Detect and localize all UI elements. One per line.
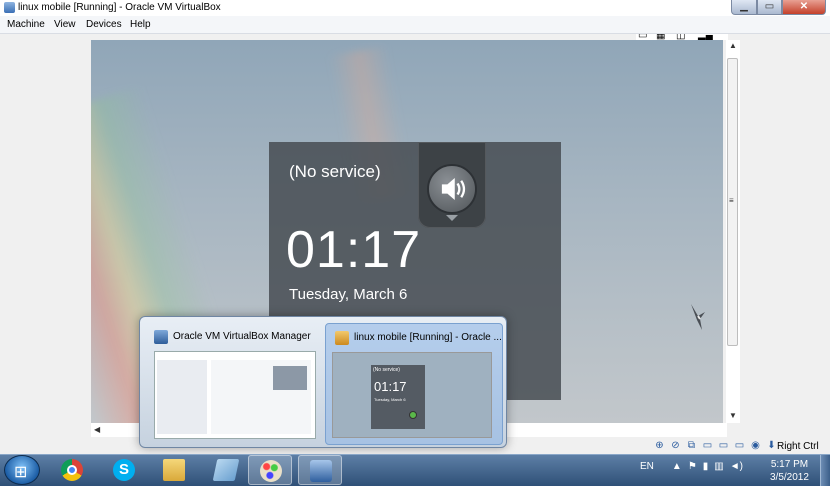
virtualbox-icon bbox=[4, 2, 15, 13]
volume-icon[interactable]: ◄) bbox=[730, 461, 743, 472]
lock-date: Tuesday, March 6 bbox=[289, 286, 408, 303]
taskbar-thumbnail-popup: Oracle VM VirtualBox Manager linux mobil… bbox=[139, 316, 507, 448]
skype-icon: S bbox=[113, 459, 135, 481]
taskbar-skype[interactable]: S bbox=[102, 455, 146, 485]
bird-image bbox=[691, 304, 705, 330]
taskbar-virtualbox[interactable] bbox=[298, 455, 342, 485]
display-icon[interactable]: ▭ bbox=[733, 439, 746, 452]
paint-icon bbox=[260, 460, 282, 482]
minimize-button[interactable]: ▁ bbox=[731, 0, 757, 15]
action-center-icon[interactable]: ⚑ bbox=[688, 461, 697, 472]
thumb-date: Tuesday, March 6 bbox=[374, 397, 406, 402]
speaker-icon bbox=[441, 177, 466, 201]
menu-devices[interactable]: Devices bbox=[86, 19, 122, 30]
thumbnail-manager bbox=[154, 351, 316, 439]
taskbar-chrome[interactable] bbox=[50, 455, 94, 485]
clock-time: 5:17 PM bbox=[770, 459, 809, 470]
taskbar-paint[interactable] bbox=[248, 455, 292, 485]
chrome-icon bbox=[61, 459, 83, 481]
thumb-clock: 01:17 bbox=[374, 379, 407, 394]
peek-window-manager[interactable]: Oracle VM VirtualBox Manager bbox=[145, 323, 323, 445]
window-title: linux mobile [Running] - Oracle VM Virtu… bbox=[18, 2, 221, 13]
menu-help[interactable]: Help bbox=[130, 19, 151, 30]
system-tray: EN ▲ ⚑ ▮ ▥ ◄) bbox=[640, 461, 743, 472]
scroll-up-icon[interactable]: ▲ bbox=[729, 41, 737, 50]
lock-status-text: (No service) bbox=[289, 162, 381, 181]
clock-date: 3/5/2012 bbox=[770, 472, 809, 483]
thumb-status-text: (No service) bbox=[373, 367, 400, 373]
notes-icon bbox=[212, 459, 240, 481]
start-button[interactable]: ⊞ bbox=[4, 455, 40, 485]
taskbar-notes[interactable] bbox=[204, 455, 248, 485]
virtualbox-running-icon bbox=[335, 331, 349, 345]
windows-logo-icon: ⊞ bbox=[14, 464, 28, 481]
shared-folder-icon[interactable]: ▭ bbox=[717, 439, 730, 452]
tray-expand-icon[interactable]: ▲ bbox=[672, 461, 682, 472]
scroll-grip-icon: ≡ bbox=[729, 196, 734, 205]
window-controls: ▁ ▭ ✕ bbox=[731, 0, 826, 15]
maximize-button[interactable]: ▭ bbox=[757, 0, 782, 15]
taskbar-clock[interactable]: 5:17 PM 3/5/2012 bbox=[770, 458, 809, 484]
peek-title-running: linux mobile [Running] - Oracle ... bbox=[354, 332, 502, 343]
show-desktop-button[interactable] bbox=[820, 455, 830, 486]
sound-toggle-button[interactable] bbox=[427, 164, 477, 214]
menu-view[interactable]: View bbox=[54, 19, 76, 30]
network-icon[interactable]: ⧉ bbox=[685, 439, 698, 452]
language-indicator[interactable]: EN bbox=[640, 461, 654, 472]
virtualbox-manager-icon bbox=[154, 330, 168, 344]
taskbar-explorer[interactable] bbox=[152, 455, 196, 485]
network-tray-icon[interactable]: ▥ bbox=[714, 461, 723, 472]
sound-tab-arrow-icon bbox=[446, 215, 458, 221]
hard-disk-icon[interactable]: ⊕ bbox=[653, 439, 666, 452]
usb-icon[interactable]: ▭ bbox=[701, 439, 714, 452]
peek-title-manager: Oracle VM VirtualBox Manager bbox=[173, 331, 311, 342]
folder-icon bbox=[163, 459, 185, 481]
scroll-left-icon[interactable]: ◀ bbox=[94, 425, 100, 434]
window-titlebar[interactable]: linux mobile [Running] - Oracle VM Virtu… bbox=[0, 0, 830, 16]
menu-bar: Machine View Devices Help bbox=[0, 16, 830, 34]
peek-window-running[interactable]: linux mobile [Running] - Oracle ... (No … bbox=[325, 323, 503, 445]
status-icons: ⊕ ⊘ ⧉ ▭ ▭ ▭ ◉ ⬇ bbox=[653, 439, 778, 452]
scroll-down-icon[interactable]: ▼ bbox=[729, 411, 737, 420]
virtualbox-taskbar-icon bbox=[310, 460, 332, 482]
thumbnail-running: (No service) 01:17 Tuesday, March 6 bbox=[332, 352, 492, 438]
thumb-unlock-icon bbox=[409, 411, 417, 419]
host-key-label: Right Ctrl bbox=[777, 441, 819, 452]
lock-clock: 01:17 bbox=[286, 221, 422, 279]
optical-drive-icon[interactable]: ⊘ bbox=[669, 439, 682, 452]
battery-icon[interactable]: ▮ bbox=[703, 461, 709, 472]
menu-machine[interactable]: Machine bbox=[7, 19, 45, 30]
mouse-integration-icon[interactable]: ◉ bbox=[749, 439, 762, 452]
close-button[interactable]: ✕ bbox=[782, 0, 826, 15]
